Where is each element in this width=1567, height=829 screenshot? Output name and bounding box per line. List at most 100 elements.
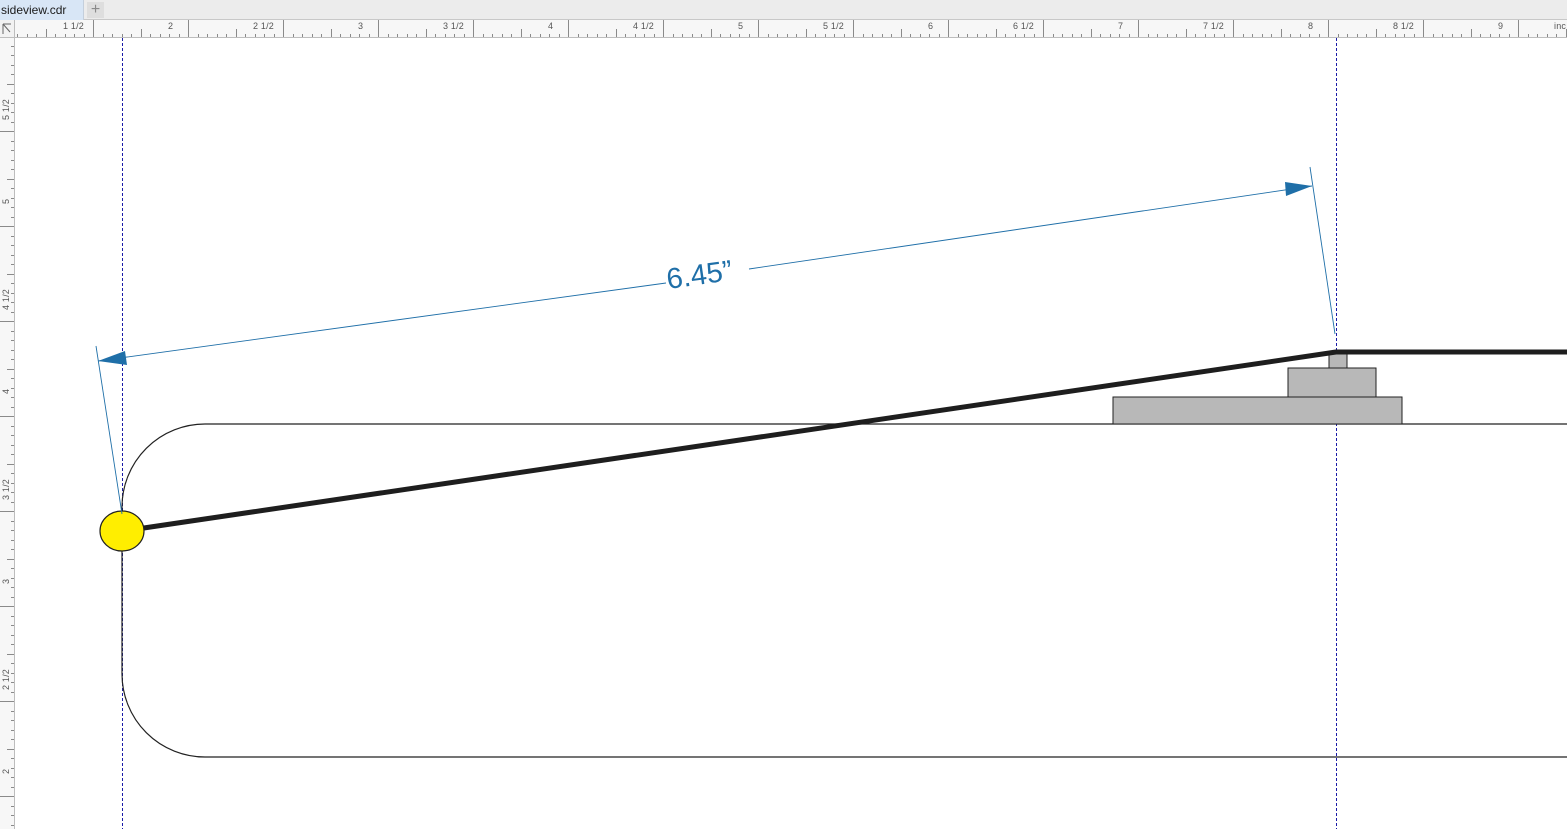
h-ruler-tick: [672, 34, 674, 37]
v-ruler-tick: [11, 777, 14, 778]
h-ruler-tick: [368, 34, 370, 37]
h-ruler-tick: [1432, 34, 1434, 37]
h-ruler-label: 9: [1498, 21, 1504, 31]
h-ruler-tick: [1242, 34, 1244, 37]
h-ruler-tick: [1005, 34, 1006, 37]
base-block[interactable]: [1112, 396, 1403, 425]
ruler-origin-corner[interactable]: [0, 20, 15, 38]
h-ruler-tick: [767, 34, 769, 37]
h-ruler-tick: [758, 20, 759, 37]
v-ruler-tick: [11, 112, 14, 113]
h-ruler-label: 6: [928, 21, 934, 31]
h-ruler-tick: [387, 34, 389, 37]
pivot-circle[interactable]: [99, 510, 145, 552]
v-ruler-tick: [11, 577, 14, 579]
horizontal-ruler[interactable]: 1 1/2 2 2 1/2 3 3 1/2 4 4 1/2 5 5 1/2 6 …: [15, 20, 1567, 38]
h-ruler-tick: [1489, 34, 1491, 37]
h-ruler-tick: [340, 34, 341, 37]
h-ruler-tick: [283, 20, 284, 37]
v-ruler-tick: [11, 672, 14, 674]
h-ruler-tick: [330, 29, 332, 37]
h-ruler-tick: [530, 34, 531, 37]
h-ruler-tick: [17, 34, 18, 37]
h-ruler-tick: [197, 34, 199, 37]
h-ruler-tick: [226, 34, 227, 37]
h-ruler-label: 1 1/2: [63, 21, 85, 31]
h-ruler-label: 3 1/2: [443, 21, 465, 31]
v-ruler-tick: [7, 558, 14, 560]
v-ruler-tick: [7, 653, 14, 655]
h-ruler-tick: [1518, 20, 1519, 37]
middle-block[interactable]: [1287, 367, 1377, 398]
h-ruler-tick: [102, 34, 104, 37]
h-ruler-tick: [1185, 29, 1187, 37]
document-tab[interactable]: sideview.cdr: [0, 0, 84, 20]
v-ruler-tick: [11, 634, 14, 636]
h-ruler-tick: [615, 29, 617, 37]
h-ruler-tick: [406, 34, 408, 37]
v-ruler-tick: [11, 549, 14, 550]
v-ruler-tick: [11, 530, 14, 531]
h-ruler-tick: [1375, 29, 1377, 37]
h-ruler-tick: [1280, 29, 1282, 37]
v-ruler-tick: [11, 359, 14, 360]
dimension-extension-left: [95, 345, 123, 515]
h-ruler-tick: [444, 34, 446, 37]
v-ruler-tick: [0, 701, 14, 702]
h-ruler-tick: [1214, 34, 1215, 37]
h-ruler-tick: [1223, 34, 1225, 37]
v-ruler-tick: [0, 511, 14, 512]
h-ruler-tick: [653, 34, 655, 37]
h-ruler-tick: [1404, 34, 1405, 37]
h-ruler-label: 2: [168, 21, 174, 31]
v-ruler-tick: [11, 729, 14, 731]
h-ruler-tick: [625, 34, 626, 37]
h-ruler-tick: [26, 34, 28, 37]
h-ruler-label: 8: [1308, 21, 1314, 31]
side-profile-outline[interactable]: [121, 423, 1567, 758]
v-ruler-tick: [11, 330, 14, 332]
h-ruler-tick: [1366, 34, 1367, 37]
h-ruler-label: 4 1/2: [633, 21, 655, 31]
h-ruler-tick: [900, 29, 902, 37]
h-ruler-tick: [1385, 34, 1386, 37]
h-ruler-tick: [1166, 34, 1168, 37]
dimension-measure[interactable]: 6.45”: [95, 166, 1336, 515]
h-ruler-tick: [1138, 20, 1139, 37]
h-ruler-tick: [245, 34, 246, 37]
h-ruler-tick: [1024, 34, 1025, 37]
h-ruler-tick: [1565, 29, 1567, 37]
new-tab-button[interactable]: +: [87, 2, 104, 18]
v-ruler-tick: [11, 254, 14, 256]
v-ruler-tick: [11, 663, 14, 664]
v-ruler-tick: [7, 748, 14, 750]
h-ruler-tick: [264, 34, 265, 37]
drawing-svg: 6.45”: [95, 38, 1567, 829]
dimension-arrow-left: [98, 351, 127, 365]
h-ruler-label: 8 1/2: [1393, 21, 1415, 31]
h-ruler-tick: [1119, 34, 1120, 37]
drawing-canvas[interactable]: 6.45”: [15, 38, 1567, 829]
v-ruler-tick: [11, 644, 14, 645]
dimension-arrow-right: [1285, 182, 1312, 196]
h-ruler-tick: [995, 29, 997, 37]
vertical-ruler[interactable]: 5 1/2 5 4 1/2 4 3 1/2 3 2 1/2 2: [0, 38, 15, 829]
h-ruler-tick: [568, 20, 569, 37]
h-ruler-tick: [1147, 34, 1149, 37]
v-ruler-tick: [11, 492, 14, 493]
v-ruler-tick: [11, 625, 14, 626]
v-ruler-tick: [11, 188, 14, 189]
h-ruler-tick: [425, 29, 427, 37]
h-ruler-tick: [1271, 34, 1272, 37]
h-ruler-tick: [235, 29, 237, 37]
v-ruler-label: 2: [1, 768, 11, 774]
h-ruler-tick: [1309, 34, 1310, 37]
h-ruler-tick: [463, 34, 465, 37]
v-ruler-label: 3 1/2: [1, 478, 11, 500]
v-ruler-tick: [11, 520, 14, 522]
v-ruler-tick: [11, 454, 14, 455]
h-ruler-tick: [112, 34, 113, 37]
document-tab-bar: sideview.cdr +: [0, 0, 1567, 20]
h-ruler-label: 7 1/2: [1203, 21, 1225, 31]
h-ruler-tick: [701, 34, 702, 37]
